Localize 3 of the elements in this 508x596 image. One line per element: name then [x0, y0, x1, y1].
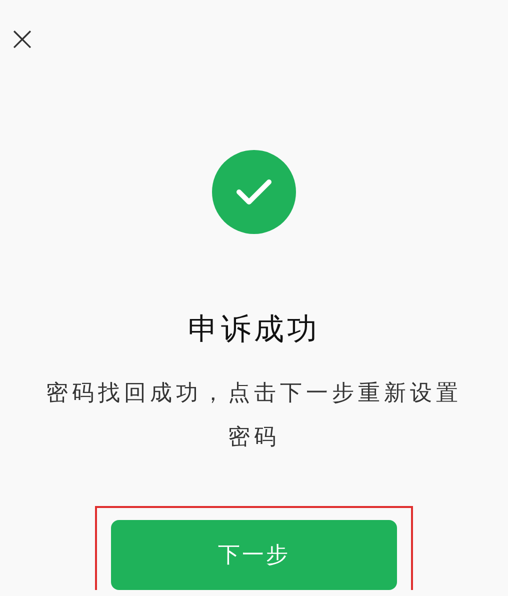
message: 密码找回成功，点击下一步重新设置密码 — [45, 380, 463, 452]
close-button[interactable]: × — [4, 14, 40, 64]
title: 申诉成功 — [188, 312, 320, 348]
